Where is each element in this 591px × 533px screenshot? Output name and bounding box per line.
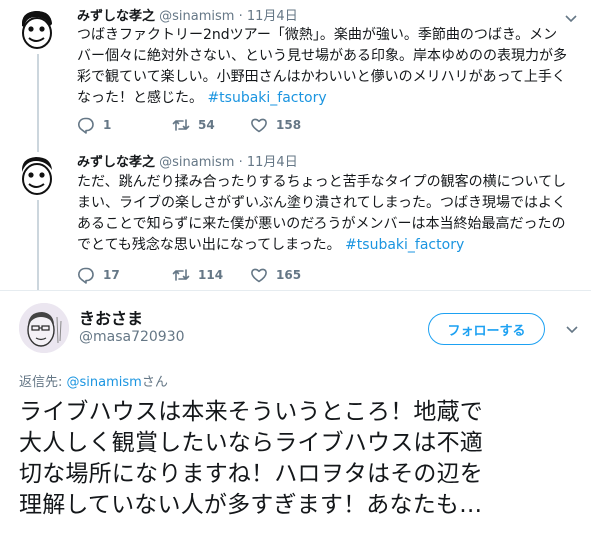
main-tweet-text-line: 大人しく観賞したいならライブハウスは不適 (19, 430, 483, 456)
tweet-text: つばきファクトリー2ndツアー「微熱」。楽曲が強い。季節曲のつばき。メン バー個… (77, 25, 582, 109)
reply-count: 1 (103, 118, 112, 132)
avatar-cartoon-icon (13, 6, 60, 53)
like-icon (251, 268, 267, 283)
tweet-header: みずしな孝之 @sinamism · 11月4日 (77, 155, 298, 171)
author-handle[interactable]: @sinamism (159, 155, 234, 170)
tweet-text-line: でとても残念な思い出になってしまった。 #tsubaki_factory (77, 237, 465, 253)
author-handle[interactable]: @sinamism (159, 9, 234, 24)
like-count: 158 (276, 118, 302, 132)
reply-icon (78, 117, 94, 134)
tweet-text-line: バー個々に絶対外さない、という見せ場がある印象。岸本ゆめのの表現力が多 (77, 48, 567, 64)
main-tweet-text: ライブハウスは本来そういうところ！地蔵で 大人しく観賞したいならライブハウスは不… (19, 397, 581, 521)
avatar[interactable] (19, 303, 69, 353)
tweet-text-line: なった！と感じた。 #tsubaki_factory (77, 90, 327, 106)
avatar[interactable] (13, 152, 60, 199)
caret-down-icon[interactable] (564, 321, 580, 337)
tweet-text-line: 彩で観ていて楽しい。小野田さんはかわいいと儚いのメリハリがあって上手く (77, 69, 566, 85)
author-handle[interactable]: @masa720930 (79, 329, 185, 345)
hashtag-link[interactable]: #tsubaki_factory (207, 90, 326, 106)
tweet-text-line: まい、ライブの楽しさがずいぶん塗り潰されてしまった。つばき現場ではよく (77, 195, 567, 211)
author-name[interactable]: みずしな孝之 (77, 9, 155, 24)
caret-down-icon[interactable] (563, 10, 579, 26)
reply-mention-link[interactable]: @sinamism (67, 375, 142, 390)
tweet-date[interactable]: 11月4日 (247, 155, 298, 170)
avatar-cartoon-icon (13, 152, 60, 199)
tweet-actions: 1 54 158 (77, 115, 301, 135)
tweet-text-line: つばきファクトリー2ndツアー「微熱」。楽曲が強い。季節曲のつばき。メン (77, 27, 558, 43)
tweet-text-line: あることで知らずに来た僕が悪いのだろうがメンバーは本当終始最高だったの (77, 216, 566, 232)
retweet-button[interactable]: 114 (172, 266, 250, 284)
tweet-text: ただ、跳んだり揉み合ったりするちょっと苦手なタイプの観客の横についてし まい、ラ… (77, 172, 582, 256)
tweet-header: みずしな孝之 @sinamism · 11月4日 (77, 9, 298, 25)
reply-to-label: 返信先: @sinamismさん (19, 375, 168, 390)
avatar[interactable] (13, 6, 60, 53)
tweet-text-line: ただ、跳んだり揉み合ったりするちょっと苦手なタイプの観客の横についてし (77, 174, 567, 190)
retweet-button[interactable]: 54 (172, 116, 250, 134)
main-tweet-text-line: 切な場所になりますね！ハロヲタはその辺を (19, 461, 483, 487)
like-button[interactable]: 158 (250, 116, 301, 134)
main-tweet-text-line: ライブハウスは本来そういうところ！地蔵で (19, 399, 483, 425)
like-icon (251, 118, 267, 133)
follow-button[interactable]: フォローする (428, 313, 545, 345)
like-button[interactable]: 165 (250, 266, 301, 284)
reply-button[interactable]: 1 (77, 116, 172, 134)
separator-dot: · (238, 9, 243, 24)
separator-dot: · (238, 155, 243, 170)
reply-button[interactable]: 17 (77, 266, 172, 284)
tweet-actions: 17 114 165 (77, 265, 301, 285)
retweet-count: 54 (198, 118, 215, 132)
avatar-photo-icon (19, 303, 69, 353)
author-name[interactable]: きおさま (79, 305, 143, 329)
retweet-count: 114 (198, 268, 224, 282)
retweet-icon (172, 269, 190, 281)
author-name[interactable]: みずしな孝之 (77, 155, 155, 170)
tweet-date[interactable]: 11月4日 (247, 9, 298, 24)
like-count: 165 (276, 268, 302, 282)
hashtag-link[interactable]: #tsubaki_factory (345, 237, 464, 253)
reply-count: 17 (103, 268, 120, 282)
retweet-icon (172, 119, 190, 131)
reply-icon (78, 267, 94, 284)
main-tweet-text-line: 理解していない人が多すぎます！あなたも… (19, 492, 483, 518)
tweet-1[interactable]: みずしな孝之 @sinamism · 11月4日 つばきファクトリー2ndツアー… (0, 0, 591, 140)
